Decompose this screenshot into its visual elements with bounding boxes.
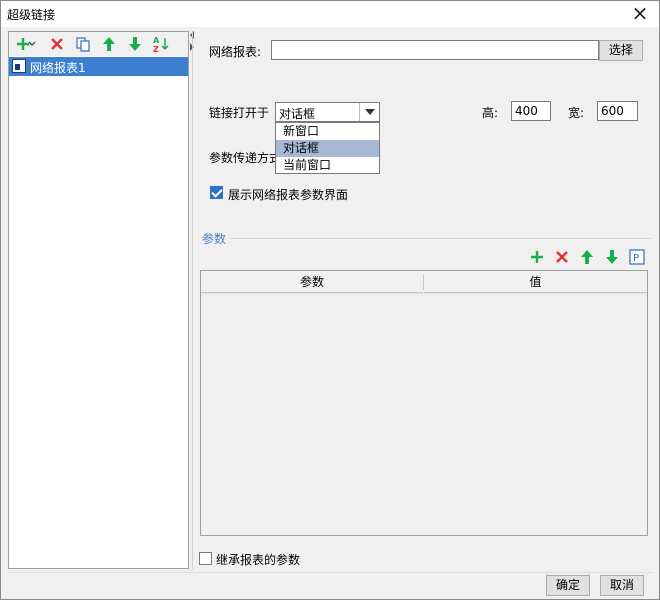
svg-text:A: A bbox=[153, 36, 160, 45]
option-new-window[interactable]: 新窗口 bbox=[276, 123, 379, 140]
column-header-param[interactable]: 参数 bbox=[201, 271, 423, 293]
link-list-panel: AZ 网络报表1 bbox=[8, 31, 189, 569]
header-underline bbox=[201, 293, 647, 294]
ok-button[interactable]: 确定 bbox=[546, 575, 590, 596]
show-params-label: 展示网络报表参数界面 bbox=[228, 188, 349, 202]
copy-icon[interactable] bbox=[73, 34, 93, 54]
inherit-params-label: 继承报表的参数 bbox=[216, 553, 301, 567]
report-icon bbox=[12, 59, 26, 73]
chevron-down-icon[interactable] bbox=[27, 34, 37, 54]
chevron-down-icon[interactable] bbox=[359, 103, 379, 121]
param-pass-label: 参数传递方式 bbox=[209, 151, 282, 165]
move-up-icon[interactable] bbox=[99, 34, 119, 54]
params-group-title: 参数 bbox=[202, 232, 227, 246]
report-path-field[interactable] bbox=[271, 40, 599, 60]
add-icon[interactable] bbox=[527, 247, 547, 267]
open-in-dropdown: 新窗口 对话框 当前窗口 bbox=[275, 122, 380, 174]
move-down-icon[interactable] bbox=[125, 34, 145, 54]
option-dialog[interactable]: 对话框 bbox=[276, 140, 379, 157]
move-down-icon[interactable] bbox=[602, 247, 622, 267]
close-icon[interactable]: × bbox=[629, 3, 651, 25]
sort-icon[interactable]: AZ bbox=[151, 34, 171, 54]
delete-icon[interactable] bbox=[552, 247, 572, 267]
params-group-divider bbox=[231, 238, 651, 239]
select-button[interactable]: 选择 bbox=[599, 40, 643, 61]
width-field[interactable]: 600 bbox=[597, 101, 638, 121]
panel-splitter[interactable] bbox=[192, 31, 193, 569]
open-in-value: 对话框 bbox=[279, 107, 316, 121]
height-label: 高: bbox=[482, 106, 499, 120]
tree-item-label: 网络报表1 bbox=[30, 61, 86, 75]
report-label: 网络报表: bbox=[209, 45, 262, 59]
dialog-title: 超级链接 bbox=[7, 8, 56, 22]
delete-icon[interactable] bbox=[47, 34, 67, 54]
parameter-icon[interactable]: P bbox=[627, 247, 647, 267]
footer-divider bbox=[8, 572, 654, 573]
open-in-label: 链接打开于 bbox=[209, 106, 270, 120]
svg-text:Z: Z bbox=[153, 45, 159, 53]
cancel-button[interactable]: 取消 bbox=[600, 575, 644, 596]
column-header-value[interactable]: 值 bbox=[424, 271, 647, 293]
option-current-window[interactable]: 当前窗口 bbox=[276, 157, 379, 174]
title-bar: 超级链接 × bbox=[1, 1, 659, 27]
show-params-checkbox[interactable] bbox=[210, 186, 223, 199]
hyperlink-dialog: 超级链接 × AZ 网络报表1 网络报表: 选择 链接打开于 对话框 新窗口 对… bbox=[0, 0, 660, 600]
move-up-icon[interactable] bbox=[577, 247, 597, 267]
height-field[interactable]: 400 bbox=[511, 101, 551, 121]
tree-item-report-1[interactable]: 网络报表1 bbox=[9, 57, 188, 76]
link-list-toolbar: AZ bbox=[9, 32, 188, 56]
width-label: 宽: bbox=[568, 106, 585, 120]
inherit-params-checkbox[interactable] bbox=[199, 552, 212, 565]
params-table: 参数 值 bbox=[200, 270, 648, 536]
parameter-icon-letter: P bbox=[633, 253, 639, 264]
open-in-select[interactable]: 对话框 bbox=[275, 102, 380, 122]
